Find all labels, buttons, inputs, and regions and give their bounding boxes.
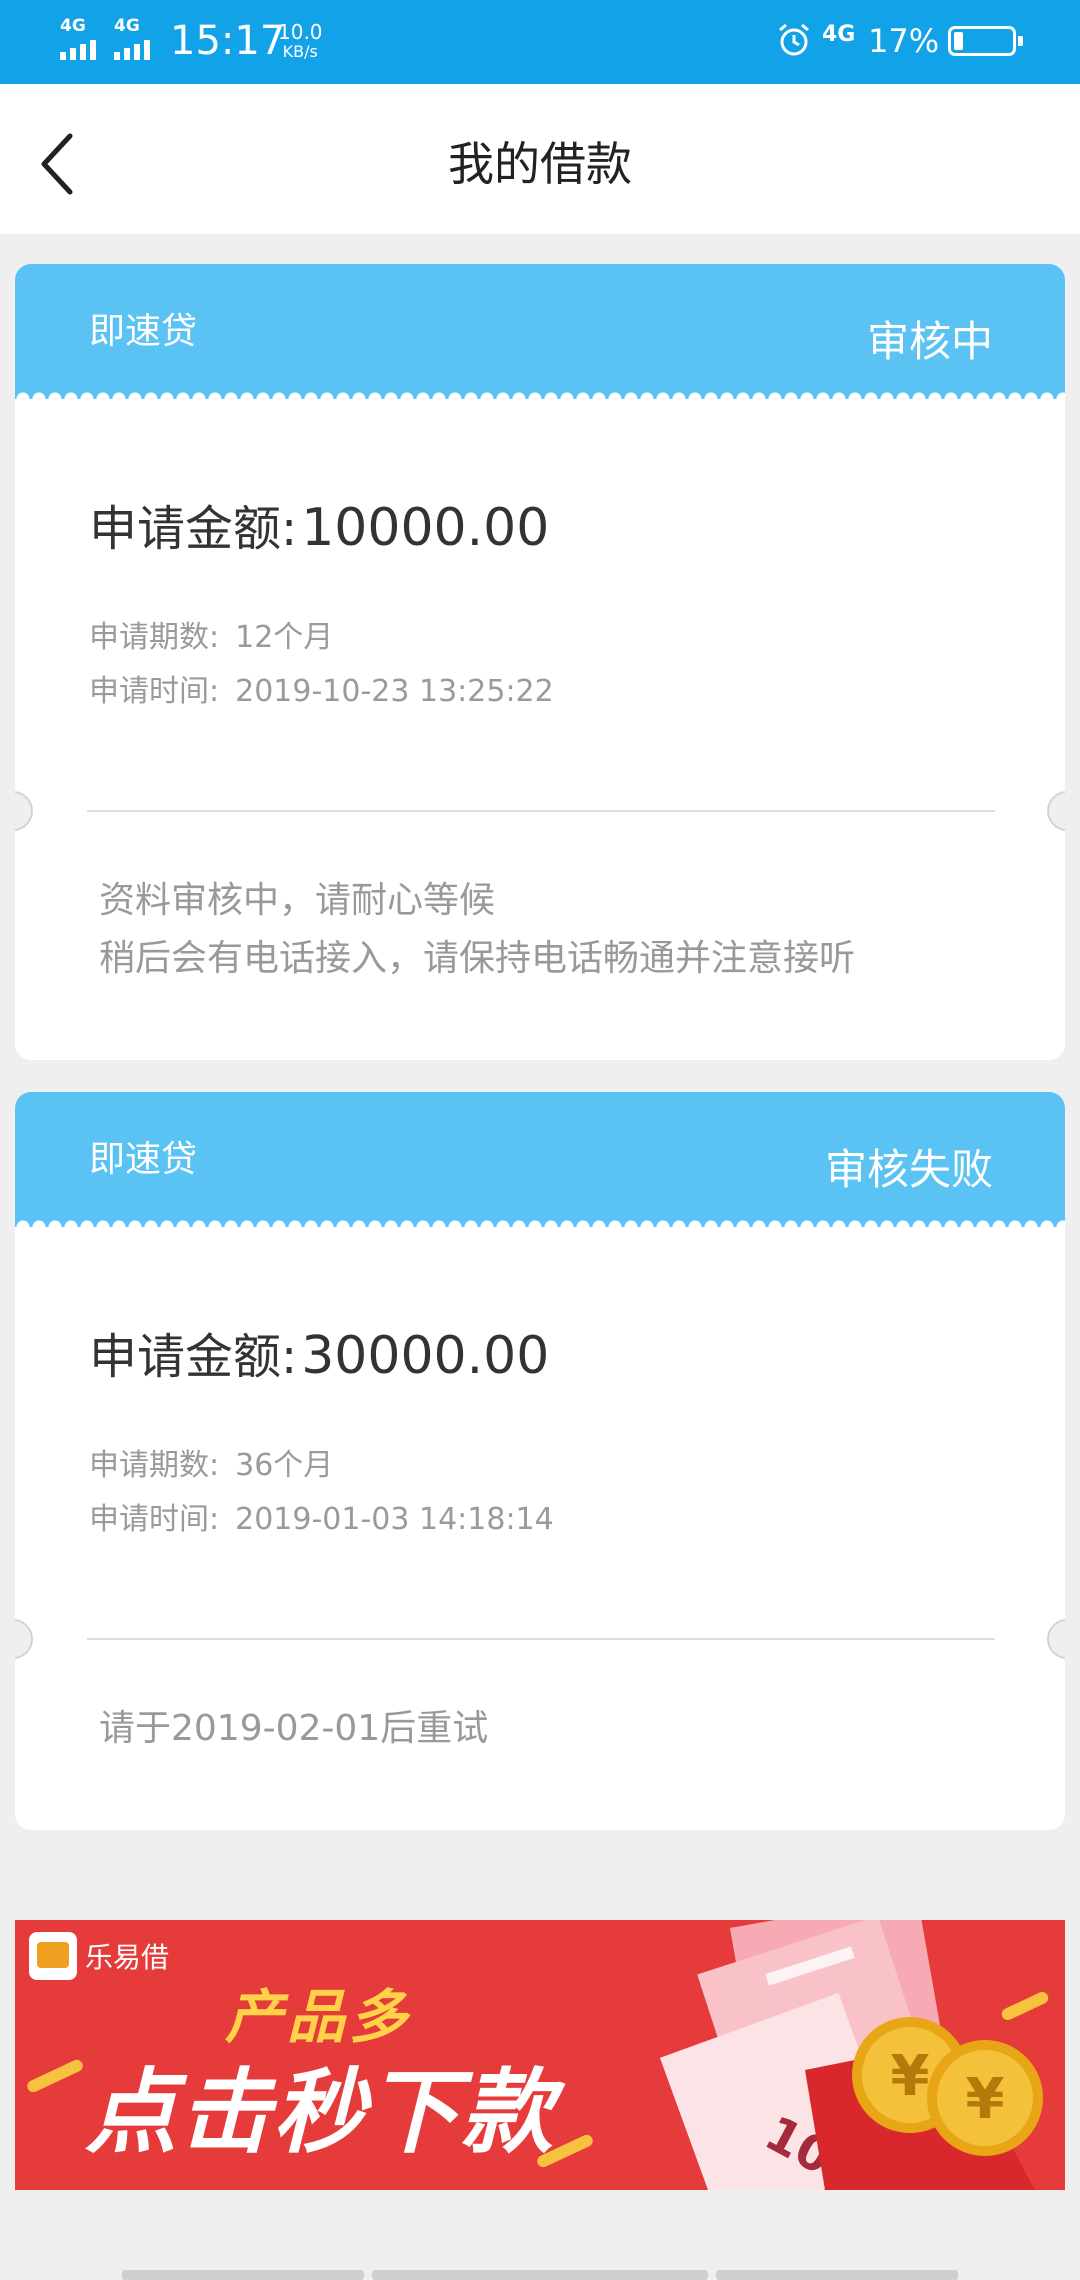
bottom-indicator: [0, 2270, 1080, 2280]
loan-note: 请于2019-02-01后重试: [99, 1708, 489, 1749]
loan-note: 资料审核中，请耐心等候 稍后会有电话接入，请保持电话畅通并注意接听: [99, 880, 856, 979]
confetti-decoration: [25, 2057, 85, 2095]
cash-envelope-illustration: 100 ¥ ¥: [659, 1920, 1043, 2190]
loan-card[interactable]: 即速贷 审核失败 申请金额:30000.00 申请期数: 36个月 申请时间: 20…: [15, 1092, 1065, 1830]
promo-banner[interactable]: 乐易借 产品多 点击秒下款 100 ¥ ¥: [15, 1920, 1065, 2190]
loan-card[interactable]: 即速贷 审核中 申请金额:10000.00 申请期数: 12个月 申请时间: 201…: [15, 264, 1065, 1060]
loan-product-name: 即速贷: [89, 1139, 198, 1180]
loan-term: 申请期数: 36个月: [89, 1448, 334, 1483]
loan-card-header: 即速贷 审核中: [15, 264, 1065, 399]
ticket-notch: [1047, 1619, 1065, 1659]
loan-card-header: 即速贷 审核失败: [15, 1092, 1065, 1227]
loan-amount: 申请金额:10000.00: [89, 498, 550, 558]
svg-text:¥: ¥: [966, 2067, 1005, 2132]
network-speed: 10.0 KB/s: [278, 20, 323, 61]
loan-term: 申请期数: 12个月: [89, 620, 334, 655]
battery-icon: [948, 26, 1023, 56]
status-bar: 4G 4G 15:17 10.0 KB/s 4G 17%: [0, 0, 1080, 84]
network-4g-icon: 4G: [822, 22, 856, 47]
ticket-notch: [15, 1619, 33, 1659]
ticket-notch: [1047, 791, 1065, 831]
battery-percent: 17%: [868, 22, 940, 60]
clock: 15:17: [170, 18, 286, 64]
loan-apply-time: 申请时间: 2019-01-03 14:18:14: [89, 1502, 554, 1537]
ticket-notch: [15, 791, 33, 831]
loan-amount: 申请金额:30000.00: [89, 1326, 550, 1386]
divider: [87, 810, 995, 812]
loan-product-name: 即速贷: [89, 311, 198, 352]
svg-text:¥: ¥: [891, 2044, 930, 2109]
page-title: 我的借款: [448, 137, 632, 191]
divider: [87, 1638, 995, 1640]
loan-status: 审核中: [866, 317, 993, 366]
app-header: 我的借款: [0, 84, 1080, 234]
brand-logo-icon: [29, 1932, 77, 1980]
loan-apply-time: 申请时间: 2019-10-23 13:25:22: [89, 674, 554, 709]
loan-status: 审核失败: [824, 1145, 993, 1194]
banner-brand: 乐易借: [85, 1941, 170, 1974]
banner-headline: 点击秒下款: [85, 2059, 556, 2166]
alarm-icon: [779, 23, 809, 56]
